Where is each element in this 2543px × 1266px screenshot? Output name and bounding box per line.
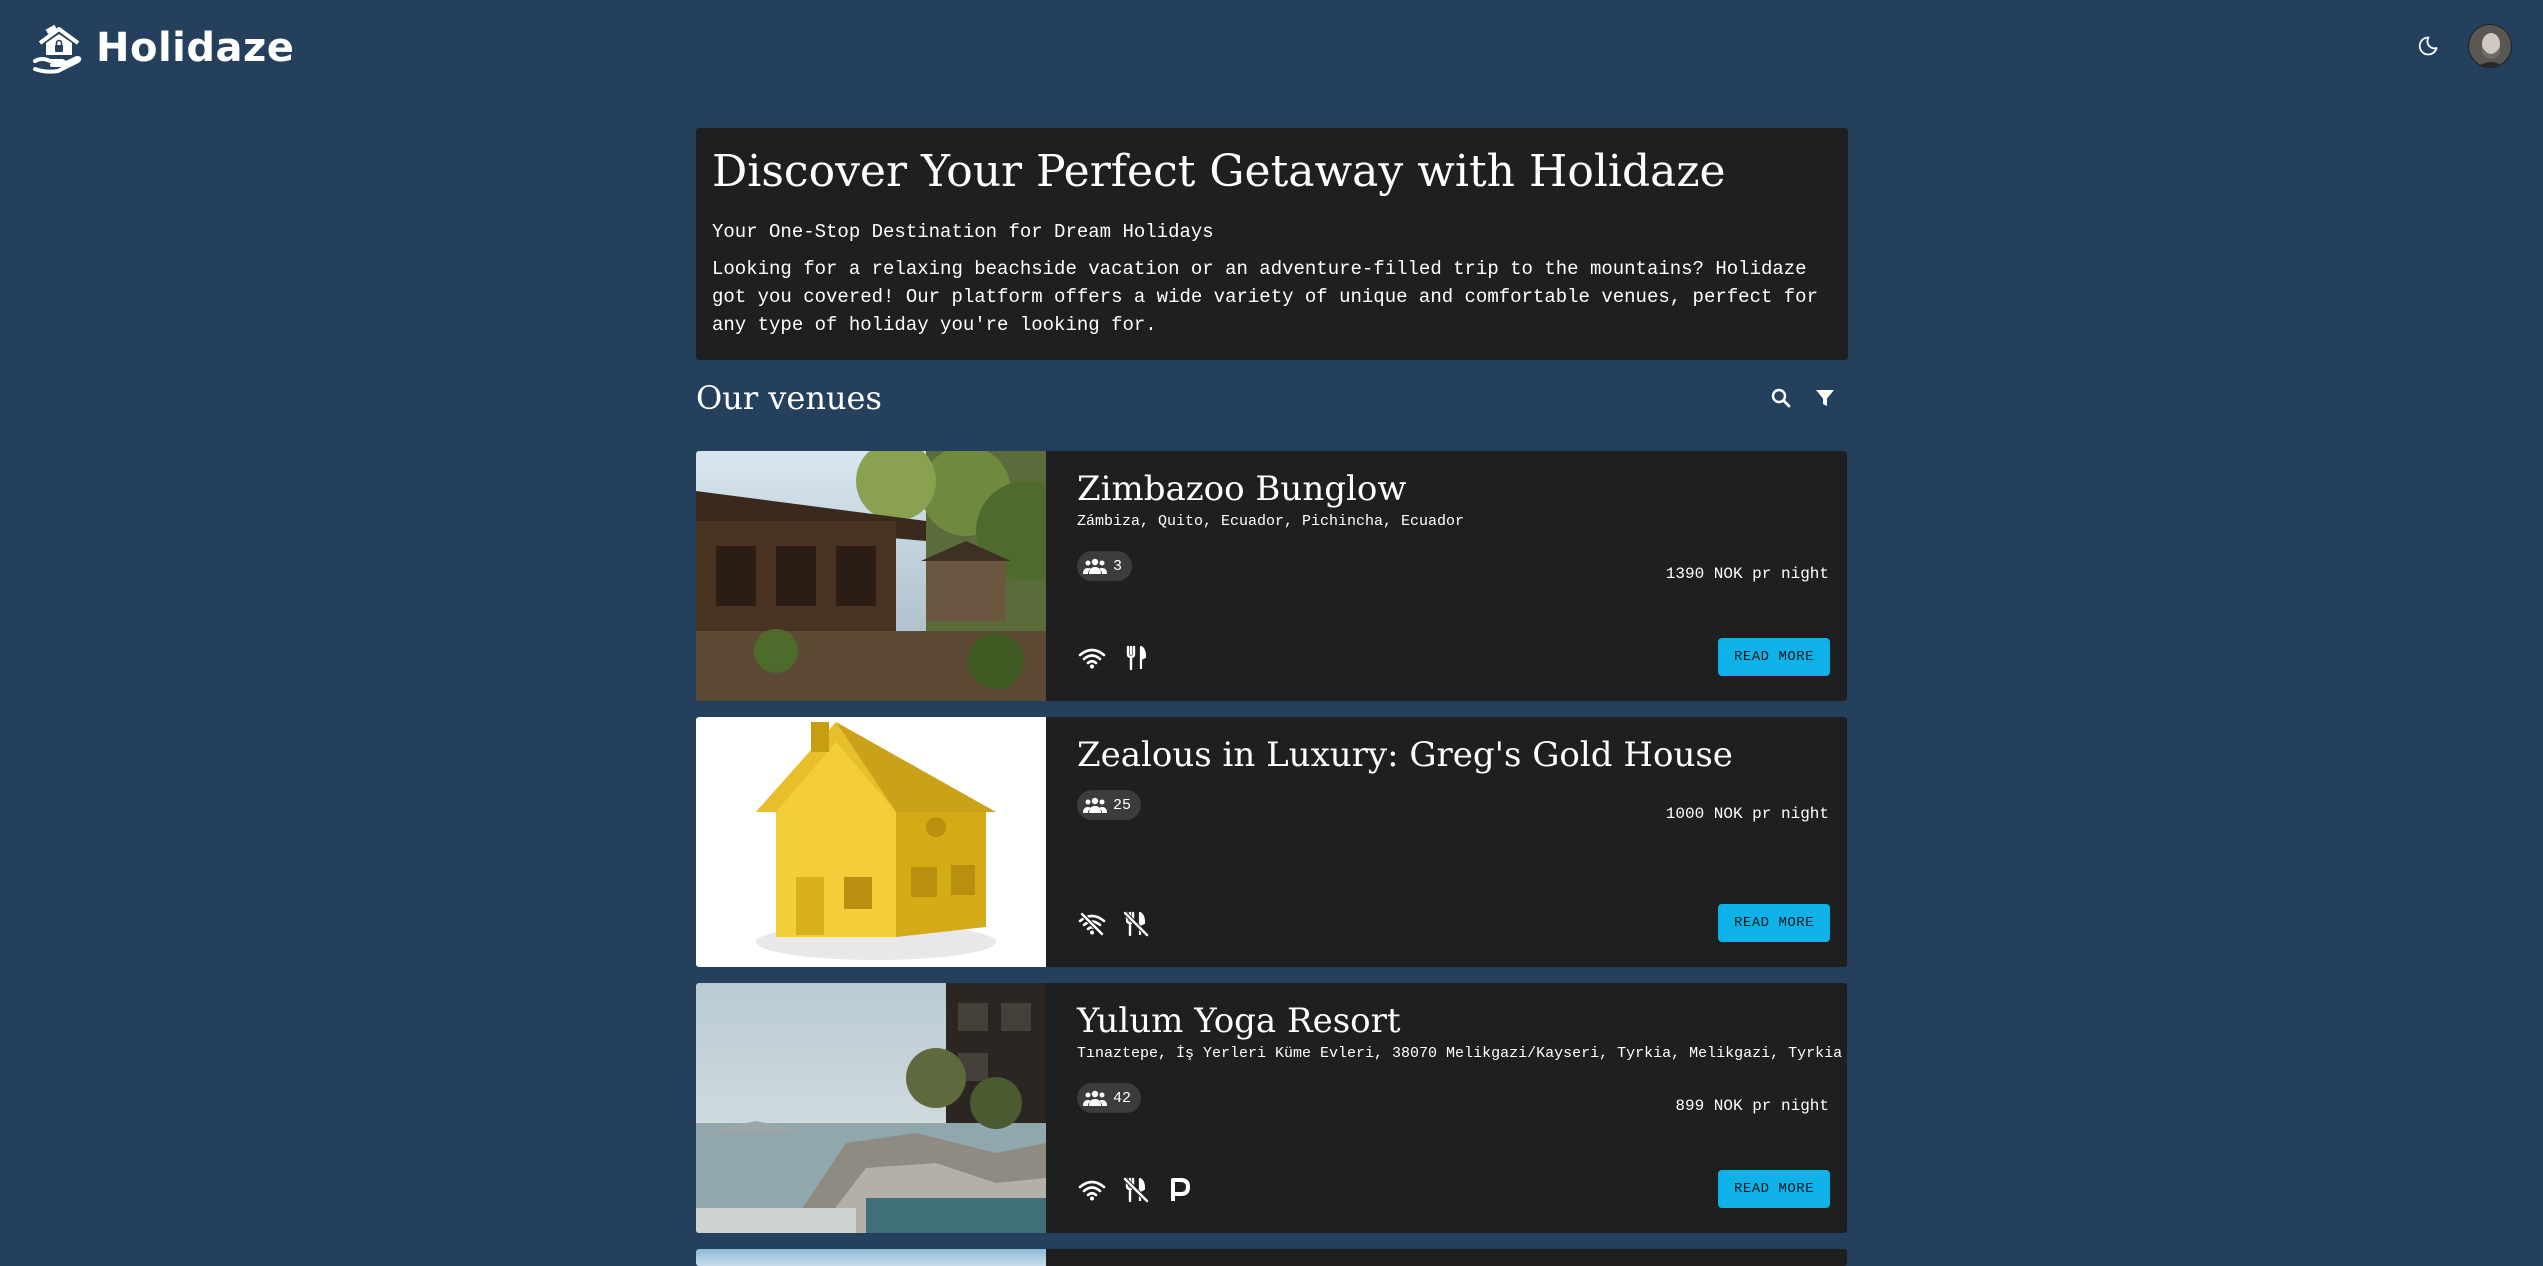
hero-description: Looking for a relaxing beachside vacatio… bbox=[712, 257, 1818, 336]
guest-count: 3 bbox=[1113, 557, 1123, 575]
guest-count-badge: 42 bbox=[1077, 1083, 1142, 1113]
venues-title: Our venues bbox=[696, 379, 882, 417]
filter-icon bbox=[1816, 390, 1834, 406]
venue-card[interactable]: Yulum Yoga Resort Tınaztepe, İş Yerleri … bbox=[696, 983, 1847, 1233]
amenities-list bbox=[1077, 1175, 1195, 1205]
holidaze-logo-icon bbox=[33, 24, 82, 74]
hero-title: Discover Your Perfect Getaway with Holid… bbox=[712, 146, 1726, 197]
venue-image[interactable] bbox=[696, 717, 1046, 967]
no-food-icon bbox=[1121, 909, 1151, 939]
venues-header: Our venues bbox=[696, 372, 1848, 424]
user-avatar[interactable] bbox=[2468, 24, 2512, 68]
venue-card[interactable]: Zealous in Luxury: Greg's Gold House 25 … bbox=[696, 717, 1847, 967]
group-icon bbox=[1083, 1090, 1107, 1106]
amenities-list bbox=[1077, 909, 1151, 939]
venue-price: 1390 NOK pr night bbox=[1665, 565, 1829, 583]
venue-image[interactable] bbox=[696, 1249, 1046, 1266]
venue-card[interactable]: Zimbazoo Bunglow Zámbiza, Quito, Ecuador… bbox=[696, 451, 1847, 701]
venue-name[interactable]: Yulum Yoga Resort bbox=[1077, 999, 1829, 1043]
venue-price: 899 NOK pr night bbox=[1675, 1097, 1829, 1115]
guest-count-badge: 25 bbox=[1077, 790, 1142, 820]
no-food-icon bbox=[1121, 1175, 1151, 1205]
amenities-list bbox=[1077, 643, 1151, 673]
read-more-button[interactable]: READ MORE bbox=[1718, 904, 1830, 942]
wifi-icon bbox=[1077, 1175, 1107, 1205]
search-icon bbox=[1771, 388, 1791, 408]
parking-icon bbox=[1165, 1175, 1195, 1205]
venue-address: Zámbiza, Quito, Ecuador, Pichincha, Ecua… bbox=[1077, 513, 1465, 530]
venue-address: Tınaztepe, İş Yerleri Küme Evleri, 38070… bbox=[1077, 1045, 1843, 1062]
user-photo-icon bbox=[2469, 25, 2511, 67]
group-icon bbox=[1083, 797, 1107, 813]
guest-count-badge: 3 bbox=[1077, 551, 1133, 581]
read-more-button[interactable]: READ MORE bbox=[1718, 638, 1830, 676]
group-icon bbox=[1083, 558, 1107, 574]
read-more-button[interactable]: READ MORE bbox=[1718, 1170, 1830, 1208]
guest-count: 42 bbox=[1113, 1089, 1132, 1107]
search-button[interactable] bbox=[1766, 383, 1796, 413]
brand-link[interactable]: Holidaze bbox=[32, 20, 294, 76]
restaurant-icon bbox=[1121, 643, 1151, 673]
moon-icon bbox=[2418, 36, 2438, 56]
venue-image[interactable] bbox=[696, 451, 1046, 701]
venue-price: 1000 NOK pr night bbox=[1665, 805, 1829, 823]
filter-button[interactable] bbox=[1810, 383, 1840, 413]
theme-toggle-button[interactable] bbox=[2410, 28, 2446, 64]
venue-card[interactable] bbox=[696, 1249, 1847, 1266]
venue-name[interactable]: Zealous in Luxury: Greg's Gold House bbox=[1077, 733, 1829, 777]
wifi-off-icon bbox=[1077, 909, 1107, 939]
venues-tools bbox=[1766, 383, 1848, 413]
wifi-icon bbox=[1077, 643, 1107, 673]
guest-count: 25 bbox=[1113, 796, 1132, 814]
venue-name[interactable]: Zimbazoo Bunglow bbox=[1077, 467, 1829, 511]
brand-name: Holidaze bbox=[96, 25, 295, 71]
venue-image[interactable] bbox=[696, 983, 1046, 1233]
hero-card: Discover Your Perfect Getaway with Holid… bbox=[696, 128, 1848, 360]
top-bar: Holidaze bbox=[0, 0, 2543, 100]
hero-subtitle: Your One-Stop Destination for Dream Holi… bbox=[712, 220, 1214, 243]
